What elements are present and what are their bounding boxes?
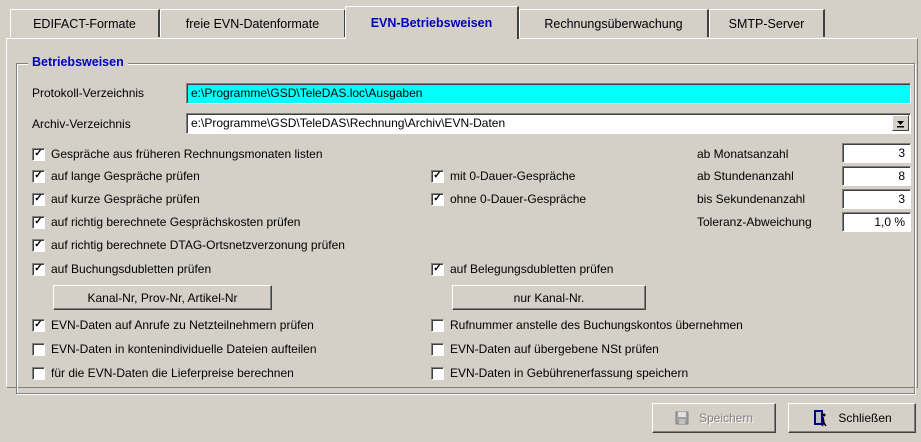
checkbox-checked-icon: ✓ bbox=[32, 147, 45, 161]
check-lieferpreise[interactable]: für die EVN-Daten die Lieferpreise berec… bbox=[32, 366, 294, 380]
check-kurze-gespraeche[interactable]: ✓ auf kurze Gespräche prüfen bbox=[32, 192, 200, 206]
button-label: Kanal-Nr, Prov-Nr, Artikel-Nr bbox=[87, 290, 238, 305]
check-label: Gespräche aus früheren Rechnungsmonaten … bbox=[51, 147, 323, 161]
check-dtag-ortsnetz[interactable]: ✓ auf richtig berechnete DTAG-Ortsnetzver… bbox=[32, 238, 345, 252]
check-label: Rufnummer anstelle des Buchungskontos üb… bbox=[450, 318, 743, 332]
tab-evn-betriebsweisen[interactable]: EVN-Betriebsweisen bbox=[345, 6, 519, 39]
nur-kanal-button[interactable]: nur Kanal-Nr. bbox=[452, 285, 646, 310]
archiv-label: Archiv-Verzeichnis bbox=[32, 117, 131, 131]
checkbox-checked-icon: ✓ bbox=[32, 192, 45, 206]
tab-label: Rechnungsüberwachung bbox=[544, 16, 683, 31]
tab-label: freie EVN-Datenformate bbox=[185, 16, 320, 31]
checkbox-checked-icon: ✓ bbox=[431, 262, 444, 276]
door-exit-icon bbox=[812, 409, 828, 427]
check-rufnummer[interactable]: Rufnummer anstelle des Buchungskontos üb… bbox=[431, 318, 743, 332]
check-gebuehrenerfassung[interactable]: EVN-Daten in Gebührenerfassung speichern bbox=[431, 366, 688, 380]
stundenanzahl-label: ab Stundenanzahl bbox=[697, 169, 794, 183]
tab-bar: EDIFACT-Formate freie EVN-Datenformate E… bbox=[0, 0, 921, 42]
button-label: Schließen bbox=[838, 411, 892, 425]
sekundenanzahl-input[interactable]: 3 bbox=[842, 189, 911, 209]
check-belegungsdubletten[interactable]: ✓ auf Belegungsdubletten prüfen bbox=[431, 262, 613, 276]
check-label: ohne 0-Dauer-Gespräche bbox=[450, 192, 587, 206]
button-label: Speichern bbox=[698, 411, 754, 425]
archiv-value: e:\Programme\GSD\TeleDAS\Rechnung\Archiv… bbox=[191, 116, 506, 130]
archiv-verzeichnis-select[interactable]: e:\Programme\GSD\TeleDAS\Rechnung\Archiv… bbox=[186, 113, 911, 134]
protokoll-label: Protokoll-Verzeichnis bbox=[32, 86, 145, 100]
check-fruehere-monate[interactable]: ✓ Gespräche aus früheren Rechnungsmonaten… bbox=[32, 147, 323, 161]
checkbox-checked-icon: ✓ bbox=[431, 169, 444, 183]
checkbox-unchecked-icon bbox=[431, 366, 444, 380]
monatsanzahl-label: ab Monatsanzahl bbox=[697, 147, 789, 161]
check-netzteilnehmer[interactable]: ✓ EVN-Daten auf Anrufe zu Netzteilnehmern… bbox=[32, 318, 314, 332]
check-label: auf kurze Gespräche prüfen bbox=[51, 192, 200, 206]
stundenanzahl-input[interactable]: 8 bbox=[842, 166, 911, 186]
check-lange-gespraeche[interactable]: ✓ auf lange Gespräche prüfen bbox=[32, 169, 200, 183]
sekundenanzahl-label: bis Sekundenanzahl bbox=[697, 192, 806, 206]
check-label: auf Buchungsdubletten prüfen bbox=[51, 262, 212, 276]
check-label: auf lange Gespräche prüfen bbox=[51, 169, 200, 183]
checkbox-checked-icon: ✓ bbox=[32, 215, 45, 229]
checkbox-unchecked-icon bbox=[32, 342, 45, 356]
check-buchungsdubletten[interactable]: ✓ auf Buchungsdubletten prüfen bbox=[32, 262, 211, 276]
check-mit-0-dauer[interactable]: ✓ mit 0-Dauer-Gespräche bbox=[431, 169, 575, 183]
check-gespraechskosten[interactable]: ✓ auf richtig berechnete Gesprächskosten … bbox=[32, 215, 300, 229]
tab-freie-evn-datenformate[interactable]: freie EVN-Datenformate bbox=[160, 9, 346, 37]
check-label: EVN-Daten in Gebührenerfassung speichern bbox=[450, 366, 689, 380]
check-label: EVN-Daten auf übergebene NSt prüfen bbox=[450, 342, 659, 356]
group-title: Betriebsweisen bbox=[28, 55, 128, 69]
check-label: auf Belegungsdubletten prüfen bbox=[450, 262, 614, 276]
protokoll-verzeichnis-field[interactable]: e:\Programme\GSD\TeleDAS.loc\Ausgaben bbox=[186, 83, 911, 104]
check-ohne-0-dauer[interactable]: ✓ ohne 0-Dauer-Gespräche bbox=[431, 192, 586, 206]
kanal-prov-artikel-button[interactable]: Kanal-Nr, Prov-Nr, Artikel-Nr bbox=[53, 285, 272, 310]
toleranz-label: Toleranz-Abweichung bbox=[697, 215, 812, 229]
tab-label: EVN-Betriebsweisen bbox=[370, 16, 493, 30]
speichern-button[interactable]: Speichern bbox=[652, 403, 776, 433]
checkbox-checked-icon: ✓ bbox=[431, 192, 444, 206]
floppy-disk-icon bbox=[675, 411, 689, 425]
check-label: EVN-Daten in kontenindividuelle Dateien … bbox=[51, 342, 317, 356]
monatsanzahl-input[interactable]: 3 bbox=[842, 143, 911, 163]
checkbox-unchecked-icon bbox=[431, 342, 444, 356]
toleranz-input[interactable]: 1,0 % bbox=[842, 212, 911, 232]
check-label: auf richtig berechnete Gesprächskosten p… bbox=[51, 215, 301, 229]
checkbox-checked-icon: ✓ bbox=[32, 318, 45, 332]
tab-label: EDIFACT-Formate bbox=[33, 16, 136, 31]
button-label: nur Kanal-Nr. bbox=[513, 290, 585, 305]
tab-smtp-server[interactable]: SMTP-Server bbox=[709, 9, 825, 37]
checkbox-checked-icon: ✓ bbox=[32, 262, 45, 276]
tab-rechnungsueberwachung[interactable]: Rechnungsüberwachung bbox=[519, 9, 709, 37]
checkbox-checked-icon: ✓ bbox=[32, 238, 45, 252]
check-label: für die EVN-Daten die Lieferpreise berec… bbox=[51, 366, 294, 380]
checkbox-unchecked-icon bbox=[32, 366, 45, 380]
dropdown-arrow-icon[interactable] bbox=[892, 115, 909, 131]
check-kontenindividuell[interactable]: EVN-Daten in kontenindividuelle Dateien … bbox=[32, 342, 317, 356]
check-label: mit 0-Dauer-Gespräche bbox=[450, 169, 576, 183]
check-label: EVN-Daten auf Anrufe zu Netzteilnehmern … bbox=[51, 318, 314, 332]
checkbox-checked-icon: ✓ bbox=[32, 169, 45, 183]
checkbox-unchecked-icon bbox=[431, 318, 444, 332]
check-nst[interactable]: EVN-Daten auf übergebene NSt prüfen bbox=[431, 342, 659, 356]
tab-label: SMTP-Server bbox=[728, 16, 805, 31]
tab-edifact-formate[interactable]: EDIFACT-Formate bbox=[10, 9, 160, 37]
schliessen-button[interactable]: Schließen bbox=[788, 403, 916, 433]
check-label: auf richtig berechnete DTAG-Ortsnetzverz… bbox=[51, 238, 345, 252]
